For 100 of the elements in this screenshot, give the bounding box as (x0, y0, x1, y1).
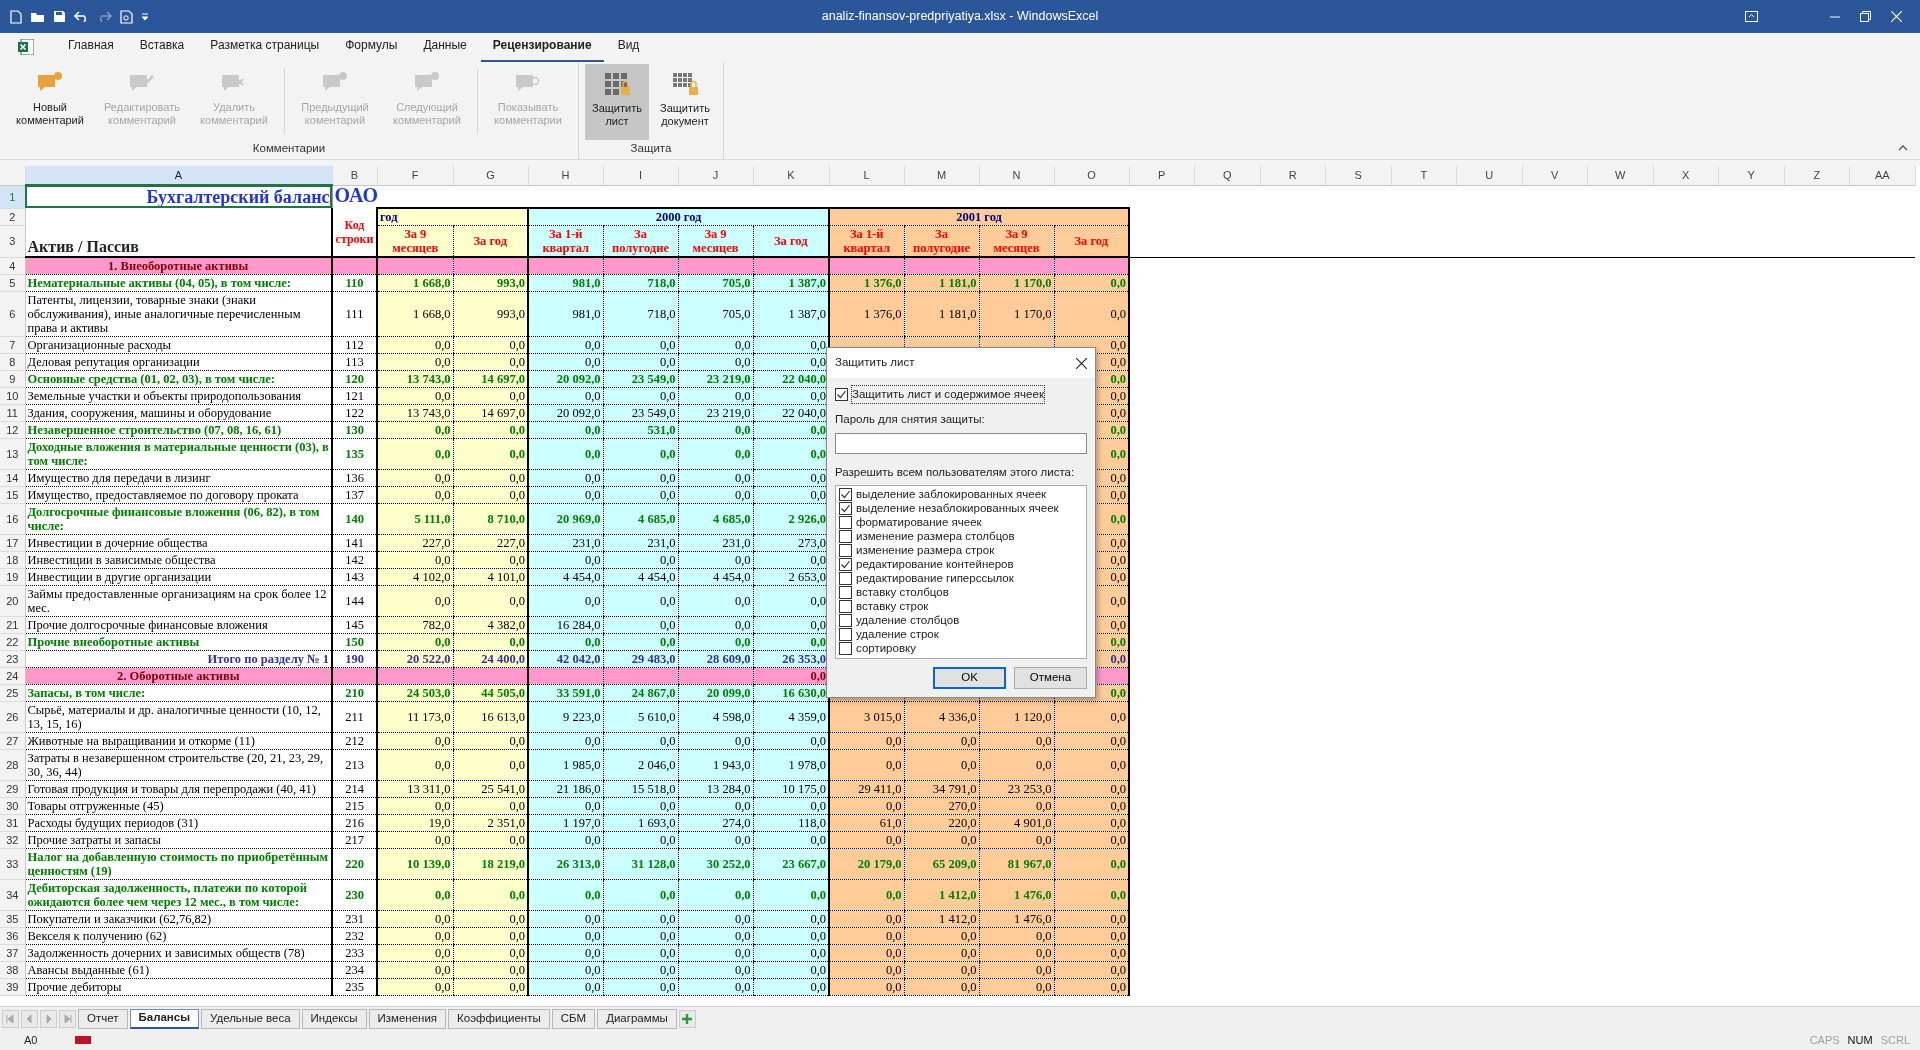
table-cell: 0,0 (603, 387, 678, 405)
column-header[interactable]: J (678, 166, 753, 185)
status-indicator: SCRL (1880, 1032, 1910, 1048)
column-header[interactable]: T (1391, 166, 1457, 185)
row-label: Прочие внеоборотные активы (25, 633, 332, 651)
table-cell: 0,0 (678, 438, 753, 470)
column-header[interactable]: M (904, 166, 979, 185)
table-cell: 1 412,0 (904, 910, 979, 928)
sheet-tab[interactable]: Удельные веса (201, 1008, 300, 1029)
checkbox-label[interactable]: Защитить лист и содержимое ячеек (852, 386, 1044, 404)
row-label: Инвестиции в другие организации (25, 568, 332, 586)
row-label: Инвестиции в зависимые общества (25, 551, 332, 569)
column-header[interactable]: F (377, 166, 453, 185)
row-header[interactable]: 34 (0, 879, 25, 911)
sheet-tab[interactable]: Коэффициенты (448, 1008, 550, 1029)
ribbon-tab[interactable]: Главная (56, 36, 126, 62)
column-header[interactable]: O (1054, 166, 1129, 185)
column-header[interactable]: B (332, 166, 377, 185)
ribbon-tab[interactable]: Вставка (127, 36, 197, 62)
table-cell: 0,0 (829, 797, 904, 815)
table-cell: 993,0 (453, 274, 528, 292)
table-cell: 0,0 (377, 438, 453, 470)
table-cell: 0,0 (678, 732, 753, 750)
ribbon-tab[interactable]: Разметка страницы (198, 36, 332, 62)
table-cell: 1 978,0 (753, 749, 829, 781)
row-header[interactable]: 13 (0, 438, 25, 470)
table-cell: 1 376,0 (829, 291, 904, 337)
row-header[interactable]: 33 (0, 848, 25, 880)
table-cell: 23 667,0 (753, 848, 829, 880)
ok-button[interactable]: OK (933, 666, 1006, 689)
table-cell: 10 139,0 (377, 848, 453, 880)
sheet-tab[interactable]: Изменения (368, 1008, 447, 1029)
row-header[interactable]: 3 (0, 225, 25, 257)
table-cell: 0,0 (904, 961, 979, 979)
column-header[interactable]: P (1129, 166, 1195, 185)
ribbon-button[interactable]: Защитить документ (653, 64, 717, 140)
row-header[interactable]: 26 (0, 701, 25, 733)
table-cell: 0,0 (603, 978, 678, 996)
column-header[interactable]: R (1260, 166, 1326, 185)
table-cell: 1 170,0 (979, 274, 1054, 292)
sheet-tab[interactable]: Диаграммы (597, 1008, 677, 1029)
table-cell: 0,0 (1054, 927, 1129, 945)
table-cell: 21 186,0 (528, 780, 603, 798)
table-cell: 705,0 (678, 274, 753, 292)
column-header[interactable]: N (979, 166, 1054, 185)
column-header[interactable]: I (603, 166, 678, 185)
column-header[interactable]: K (753, 166, 829, 185)
cancel-button[interactable]: Отмена (1014, 666, 1087, 689)
row-label: Сырьё, материалы и др. аналогичные ценности (10, 12, 13, 15, 16) (25, 701, 332, 733)
table-cell: 0,0 (904, 749, 979, 781)
table-cell: 227,0 (453, 534, 528, 552)
column-header[interactable]: U (1456, 166, 1522, 185)
row-label: Нематериальные активы (04, 05), в том числе: (25, 274, 332, 292)
table-cell: 0,0 (603, 585, 678, 617)
row-header[interactable]: 1 (0, 185, 25, 208)
column-header[interactable]: Z (1784, 166, 1850, 185)
sheet-tab[interactable]: Балансы (129, 1008, 200, 1029)
sheet-tab[interactable]: Отчет (78, 1008, 128, 1029)
sheet-tab[interactable]: Индексы (301, 1008, 367, 1029)
column-header[interactable]: Y (1718, 166, 1784, 185)
column-header[interactable]: A (25, 166, 332, 185)
table-cell: 4 454,0 (603, 568, 678, 586)
column-header[interactable]: H (528, 166, 603, 185)
sheet-tab[interactable]: СБМ (551, 1008, 596, 1029)
column-header[interactable]: S (1325, 166, 1391, 185)
table-cell: 0,0 (528, 732, 603, 750)
row-label: Товары отгруженные (45) (25, 797, 332, 815)
ribbon-button[interactable]: Защитить лист (585, 64, 649, 140)
table-cell: 0,0 (377, 879, 453, 911)
table-cell: 23 549,0 (603, 370, 678, 388)
table-cell: 0,0 (453, 469, 528, 487)
column-header[interactable]: AA (1849, 166, 1915, 185)
table-cell: 0,0 (1054, 831, 1129, 849)
column-header[interactable]: G (453, 166, 528, 185)
column-header[interactable]: W (1587, 166, 1653, 185)
table-cell: 0,0 (678, 879, 753, 911)
table-cell: 0,0 (979, 961, 1054, 979)
column-header[interactable]: Q (1194, 166, 1260, 185)
column-heading: За год (1054, 225, 1129, 257)
row-header[interactable]: 6 (0, 291, 25, 337)
row-header[interactable]: 20 (0, 585, 25, 617)
ribbon-tab[interactable]: Формулы (333, 36, 410, 62)
ribbon-tab[interactable]: Вид (605, 36, 652, 62)
table-cell: 0,0 (829, 879, 904, 911)
table-cell: 0,0 (528, 831, 603, 849)
table-cell: 0,0 (603, 961, 678, 979)
row-label: Затраты в незавершенном строительстве (20, 21, 23, 29, 30, 36, 44) (25, 749, 332, 781)
table-cell: 0,0 (453, 927, 528, 945)
table-cell: 0,0 (603, 927, 678, 945)
column-header[interactable]: X (1653, 166, 1719, 185)
table-cell: 0,0 (603, 831, 678, 849)
row-label: Готовая продукция и товары для перепродажи (40, 41) (25, 780, 332, 798)
table-cell: 0,0 (678, 551, 753, 569)
column-header[interactable]: L (829, 166, 904, 185)
table-cell: 1 170,0 (979, 291, 1054, 337)
column-header[interactable]: V (1522, 166, 1588, 185)
row-header[interactable]: 16 (0, 503, 25, 535)
ribbon-tab[interactable]: Данные (411, 36, 479, 62)
ribbon-button[interactable]: Новый комментарий (6, 64, 94, 140)
row-header[interactable]: 28 (0, 749, 25, 781)
